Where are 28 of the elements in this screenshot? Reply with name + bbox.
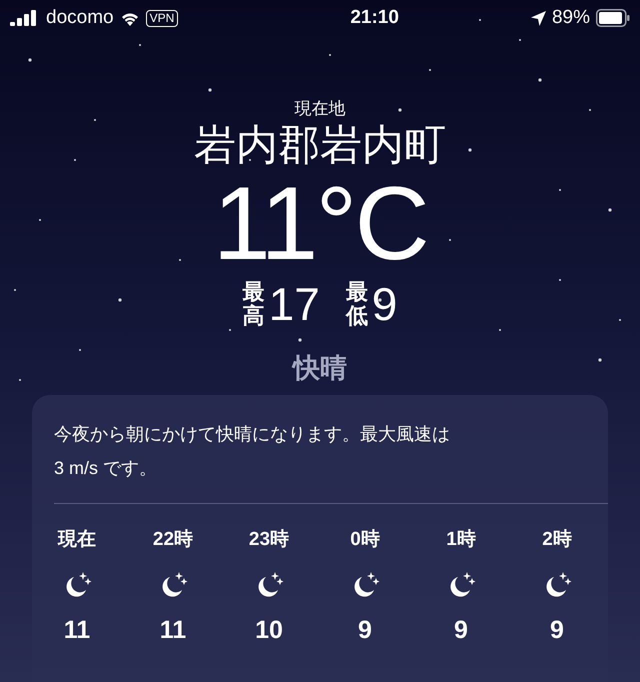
hour-temperature: 11 <box>160 615 186 646</box>
temperature-label: 最低 <box>346 280 368 328</box>
temperature-label: 最高 <box>242 280 265 328</box>
battery-percentage: 89% <box>552 6 590 30</box>
hour-label: 1時 <box>446 528 476 552</box>
hour-temperature: 9 <box>358 615 372 646</box>
hour-temperature: 11 <box>64 615 90 646</box>
hour-label: 現在 <box>58 528 96 552</box>
temperature-value: 17 <box>268 280 320 327</box>
current-temperature: 11°C <box>212 172 428 276</box>
hour-label: 0時 <box>350 528 380 552</box>
battery-icon <box>596 9 630 27</box>
wifi-icon <box>120 10 140 26</box>
location-arrow-icon <box>530 10 546 26</box>
weather-condition: 快晴 <box>293 352 347 386</box>
hour-temperature: 9 <box>550 615 564 646</box>
location-label: 現在地 <box>294 98 346 120</box>
forecast-summary: 今夜から朝にかけて快晴になります。最大風速は 3 m/s です。 <box>54 422 451 480</box>
city-name: 岩内郡岩内町 <box>194 120 446 170</box>
clock-time: 21:10 <box>350 6 399 30</box>
hour-temperature: 10 <box>255 615 283 646</box>
hour-label: 2時 <box>542 528 572 552</box>
hour-temperature: 9 <box>454 615 468 646</box>
hour-label: 22時 <box>152 528 194 552</box>
vpn-badge: VPN <box>146 10 178 26</box>
temperature-value: 9 <box>372 280 398 327</box>
hour-label: 23時 <box>248 528 290 552</box>
carrier-name: docomo <box>46 6 114 30</box>
